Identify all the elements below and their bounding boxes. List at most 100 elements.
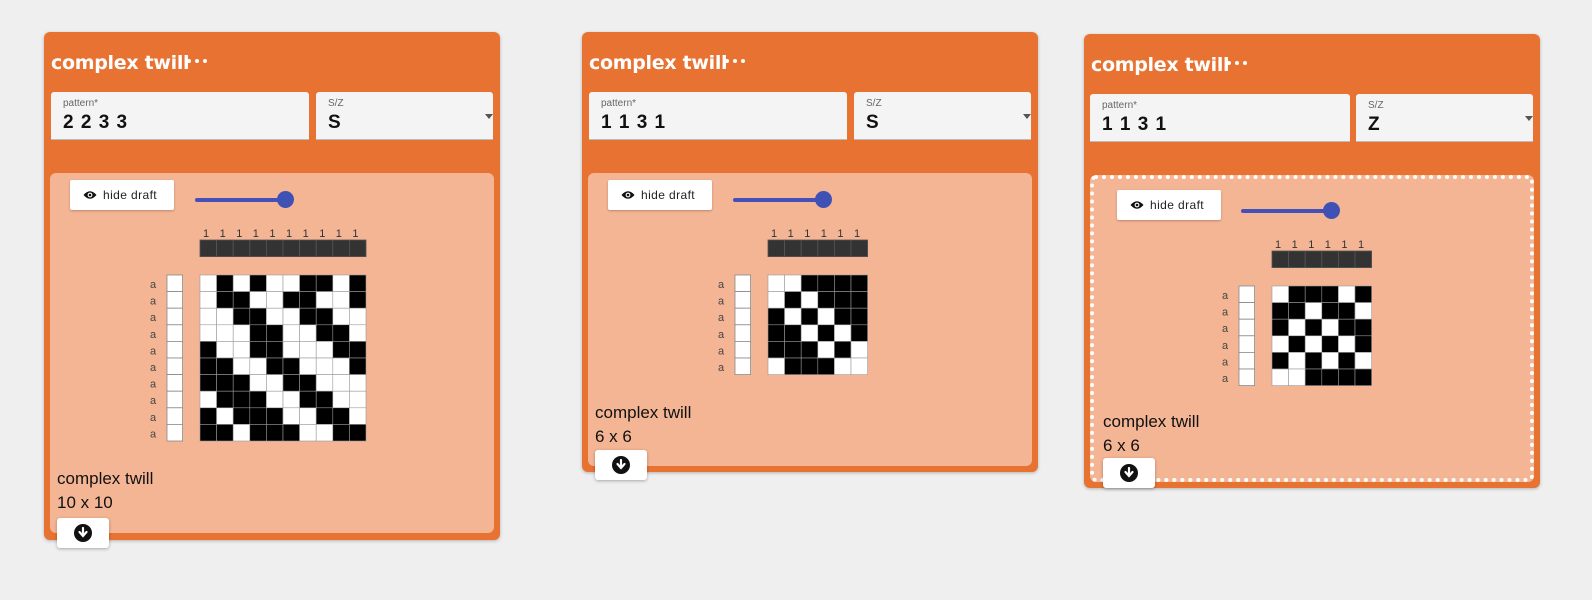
draft-cell[interactable] bbox=[1271, 318, 1289, 337]
draft-cell[interactable] bbox=[1354, 352, 1372, 370]
draft-cell[interactable] bbox=[1321, 302, 1339, 320]
draft-cell[interactable] bbox=[1271, 335, 1289, 353]
treadle-cell[interactable] bbox=[166, 291, 184, 309]
draft-cell[interactable] bbox=[1338, 368, 1356, 386]
draft-cell[interactable] bbox=[299, 390, 317, 409]
draft-cell[interactable] bbox=[266, 274, 284, 292]
draft-cell[interactable] bbox=[299, 307, 317, 326]
sz-value[interactable]: S bbox=[328, 112, 342, 134]
draft-cell[interactable] bbox=[834, 307, 852, 326]
draft-cell[interactable] bbox=[282, 357, 300, 375]
draft-cell[interactable] bbox=[266, 324, 284, 342]
threading-cell[interactable] bbox=[216, 239, 234, 258]
draft-cell[interactable] bbox=[1288, 318, 1306, 337]
draft-cell[interactable] bbox=[1304, 302, 1323, 320]
draft-cell[interactable] bbox=[282, 307, 300, 326]
draft-cell[interactable] bbox=[1338, 285, 1356, 303]
threading-cell[interactable] bbox=[767, 239, 786, 258]
draft-cell[interactable] bbox=[1288, 302, 1306, 320]
draft-cell[interactable] bbox=[800, 291, 819, 309]
draft-cell[interactable] bbox=[299, 291, 317, 309]
draft-cell[interactable] bbox=[1354, 285, 1372, 303]
draft-cell[interactable] bbox=[1271, 285, 1289, 303]
threading-cell[interactable] bbox=[834, 239, 852, 258]
draft-cell[interactable] bbox=[199, 424, 217, 442]
draft-cell[interactable] bbox=[266, 357, 284, 375]
draft-cell[interactable] bbox=[299, 407, 317, 425]
draft-cell[interactable] bbox=[1271, 352, 1289, 370]
draft-cell[interactable] bbox=[850, 324, 868, 342]
sz-value[interactable]: Z bbox=[1368, 114, 1381, 136]
threading-cell[interactable] bbox=[282, 239, 301, 258]
download-button[interactable] bbox=[57, 518, 109, 548]
treadle-cell[interactable] bbox=[734, 291, 752, 309]
draft-cell[interactable] bbox=[767, 307, 785, 326]
zoom-slider-thumb[interactable] bbox=[815, 191, 832, 208]
draft-cell[interactable] bbox=[232, 424, 251, 442]
threading-cell[interactable] bbox=[299, 239, 317, 258]
draft-cell[interactable] bbox=[1321, 335, 1339, 353]
draft-cell[interactable] bbox=[349, 357, 367, 375]
treadle-cell[interactable] bbox=[166, 357, 184, 376]
draft-cell[interactable] bbox=[850, 291, 868, 309]
draft-cell[interactable] bbox=[349, 291, 367, 309]
draft-cell[interactable] bbox=[1288, 285, 1306, 303]
draft-cell[interactable] bbox=[1354, 318, 1372, 337]
treadle-cell[interactable] bbox=[734, 341, 752, 359]
draft-cell[interactable] bbox=[199, 374, 217, 392]
draft-cell[interactable] bbox=[1271, 302, 1289, 320]
draft-cell[interactable] bbox=[249, 407, 267, 425]
pattern-field[interactable]: pattern* 1 1 3 1 bbox=[589, 92, 847, 140]
threading-cell[interactable] bbox=[249, 239, 267, 258]
draft-cell[interactable] bbox=[767, 324, 785, 342]
draft-cell[interactable] bbox=[1304, 352, 1323, 370]
draft-cell[interactable] bbox=[216, 341, 234, 359]
dropdown-arrow-icon[interactable] bbox=[1525, 116, 1533, 121]
draft-cell[interactable] bbox=[315, 407, 334, 425]
draft-cell[interactable] bbox=[315, 307, 334, 326]
draft-cell[interactable] bbox=[282, 407, 300, 425]
treadle-cell[interactable] bbox=[734, 307, 752, 326]
draft-cell[interactable] bbox=[784, 274, 802, 292]
draft-cell[interactable] bbox=[282, 341, 300, 359]
draft-cell[interactable] bbox=[299, 357, 317, 375]
draft-cell[interactable] bbox=[834, 357, 852, 375]
draft-cell[interactable] bbox=[817, 274, 835, 292]
threading-cell[interactable] bbox=[784, 239, 802, 258]
draft-cell[interactable] bbox=[249, 424, 267, 442]
download-button[interactable] bbox=[1103, 458, 1155, 488]
draft-cell[interactable] bbox=[216, 357, 234, 375]
hide-draft-button[interactable]: hide draft bbox=[608, 180, 712, 210]
sz-select[interactable]: S/Z S bbox=[854, 92, 1031, 140]
draft-cell[interactable] bbox=[199, 324, 217, 342]
draft-cell[interactable] bbox=[800, 274, 819, 292]
draft-cell[interactable] bbox=[315, 341, 334, 359]
threading-cell[interactable] bbox=[332, 239, 350, 258]
draft-cell[interactable] bbox=[332, 291, 350, 309]
draft-cell[interactable] bbox=[199, 291, 217, 309]
draft-cell[interactable] bbox=[232, 324, 251, 342]
draft-cell[interactable] bbox=[249, 374, 267, 392]
treadle-cell[interactable] bbox=[1238, 318, 1256, 337]
draft-cell[interactable] bbox=[800, 324, 819, 342]
draft-cell[interactable] bbox=[349, 341, 367, 359]
draft-cell[interactable] bbox=[282, 291, 300, 309]
draft-cell[interactable] bbox=[315, 274, 334, 292]
threading-cell[interactable] bbox=[199, 239, 218, 258]
hide-draft-button[interactable]: hide draft bbox=[1117, 190, 1221, 220]
draft-cell[interactable] bbox=[349, 407, 367, 425]
draft-cell[interactable] bbox=[332, 357, 350, 375]
draft-cell[interactable] bbox=[249, 291, 267, 309]
draft-cell[interactable] bbox=[315, 291, 334, 309]
draft-cell[interactable] bbox=[850, 341, 868, 359]
draft-cell[interactable] bbox=[332, 424, 350, 442]
more-options-icon[interactable] bbox=[187, 54, 207, 68]
draft-cell[interactable] bbox=[784, 357, 802, 375]
more-options-icon[interactable] bbox=[725, 54, 745, 68]
draft-cell[interactable] bbox=[1338, 302, 1356, 320]
draft-cell[interactable] bbox=[216, 390, 234, 409]
zoom-slider-thumb[interactable] bbox=[277, 191, 294, 208]
draft-cell[interactable] bbox=[817, 291, 835, 309]
draft-cell[interactable] bbox=[199, 357, 217, 375]
draft-cell[interactable] bbox=[349, 307, 367, 326]
